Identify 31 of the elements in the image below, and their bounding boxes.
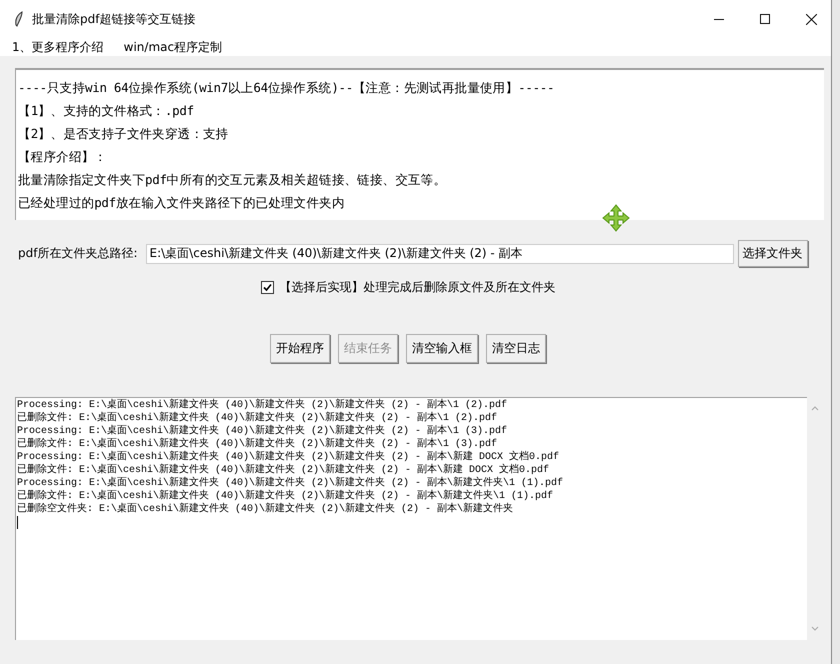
action-button[interactable]: 清空输入框 bbox=[406, 334, 478, 363]
path-field[interactable]: E:\桌面\ceshi\新建文件夹 (40)\新建文件夹 (2)\新建文件夹 (2) - 副本 bbox=[146, 244, 734, 264]
log-line: 已删除文件: E:\桌面\ceshi\新建文件夹 (40)\新建文件夹 (2)\新建文件夹 (2) - 副本\新建文件夹\1 (1).pdf bbox=[16, 490, 554, 502]
action-button[interactable]: 清空日志 bbox=[486, 334, 546, 363]
info-line: 【程序介绍】： bbox=[17, 148, 108, 166]
info-line: 【2】、是否支持子文件夹穿透：支持 bbox=[17, 125, 230, 143]
log-line: 已删除文件: E:\桌面\ceshi\新建文件夹 (40)\新建文件夹 (2)\新建文件夹 (2) - 副本\1 (2).pdf bbox=[16, 412, 498, 424]
info-line: 已经处理过的pdf放在输入文件夹路径下的已处理文件夹内 bbox=[17, 194, 346, 212]
log-line: 已删除文件: E:\桌面\ceshi\新建文件夹 (40)\新建文件夹 (2)\新建文件夹 (2) - 副本\1 (3).pdf bbox=[16, 438, 498, 450]
path-label: pdf所在文件夹总路径: bbox=[18, 245, 138, 262]
info-line: ----只支持win 64位操作系统(win7以上64位操作系统)--【注意：先测试再批量使用】----- bbox=[17, 79, 556, 97]
feather-icon bbox=[14, 11, 24, 27]
log-line: 已删除文件: E:\桌面\ceshi\新建文件夹 (40)\新建文件夹 (2)\新建文件夹 (2) - 副本\新建 DOCX 文档0.pdf bbox=[16, 464, 550, 476]
info-line: 【1】、支持的文件格式：.pdf bbox=[17, 102, 195, 120]
menu-item[interactable]: win/mac程序定制 bbox=[124, 38, 222, 56]
delete-checkbox[interactable] bbox=[260, 281, 274, 294]
move-cursor-icon bbox=[602, 204, 630, 232]
choose-folder-button[interactable]: 选择文件夹 bbox=[738, 240, 808, 267]
maximize-icon[interactable] bbox=[760, 14, 770, 24]
log-line: Processing: E:\桌面\ceshi\新建文件夹 (40)\新建文件夹 (2)\新建文件夹 (2) - 副本\新建 DOCX 文档0.pdf bbox=[16, 451, 560, 464]
info-line: 批量清除指定文件夹下pdf中所有的交互元素及相关超链接、链接、交互等。 bbox=[17, 171, 448, 189]
log-line: Processing: E:\桌面\ceshi\新建文件夹 (40)\新建文件夹 (2)\新建文件夹 (2) - 副本\1 (2).pdf bbox=[16, 399, 508, 412]
close-icon[interactable] bbox=[806, 14, 817, 24]
action-button[interactable]: 开始程序 bbox=[270, 334, 330, 363]
checkbox-label: 【选择后实现】处理完成后删除原文件及所在文件夹 bbox=[280, 279, 556, 296]
text-cursor bbox=[17, 516, 18, 529]
window-title: 批量清除pdf超链接等交互链接 bbox=[32, 10, 196, 28]
menu-item[interactable]: 1、更多程序介绍 bbox=[12, 38, 104, 56]
log-line: Processing: E:\桌面\ceshi\新建文件夹 (40)\新建文件夹 (2)\新建文件夹 (2) - 副本\1 (3).pdf bbox=[16, 425, 508, 438]
log-line: 已删除空文件夹: E:\桌面\ceshi\新建文件夹 (40)\新建文件夹 (2)\新建文件夹 (2) - 副本\新建文件夹 bbox=[16, 503, 514, 516]
log-line: Processing: E:\桌面\ceshi\新建文件夹 (40)\新建文件夹 (2)\新建文件夹 (2) - 副本\新建文件夹\1 (1).pdf bbox=[16, 477, 564, 490]
